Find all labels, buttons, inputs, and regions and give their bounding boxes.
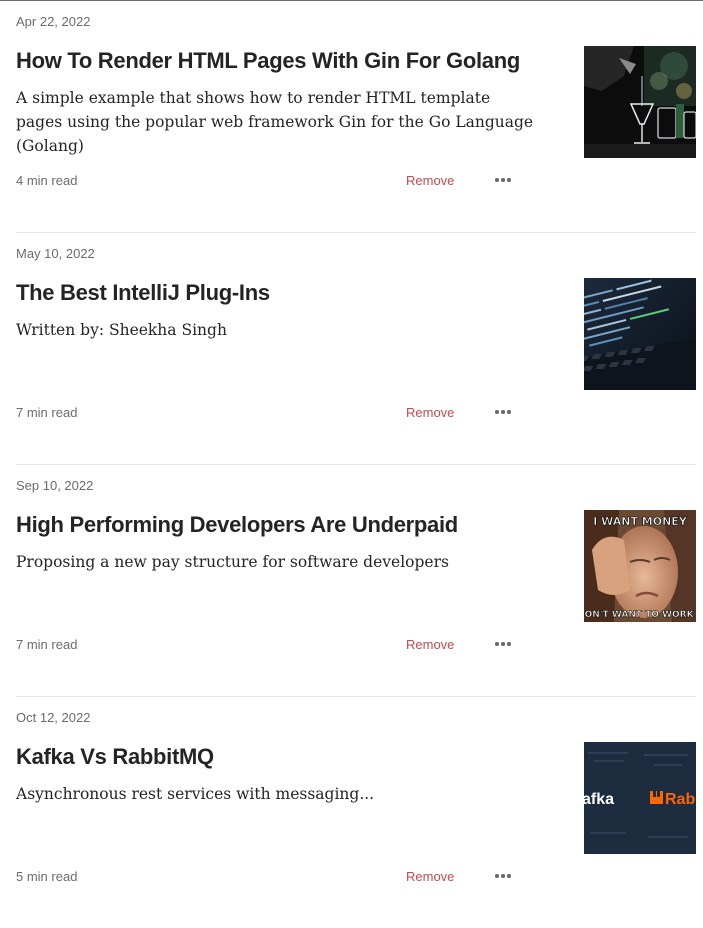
kafka-label: afka [584,791,614,808]
more-options-icon[interactable] [493,402,513,422]
read-time: 7 min read [16,637,78,652]
more-options-icon[interactable] [493,634,513,654]
remove-button[interactable]: Remove [406,869,454,885]
article-subtitle[interactable]: A simple example that shows how to rende… [16,86,536,158]
article-subtitle[interactable]: Written by: Sheekha Singh [16,318,536,342]
article-card: Apr 22, 2022 How To Render HTML Pages Wi… [16,0,696,233]
article-date: May 10, 2022 [16,246,95,261]
kafka-rabbitmq-banner-thumbnail[interactable]: afka Rabb [584,742,696,854]
remove-button[interactable]: Remove [406,173,454,189]
read-time: 7 min read [16,405,78,420]
article-card: Oct 12, 2022 Kafka Vs RabbitMQ Asynchron… [16,696,696,928]
remove-button[interactable]: Remove [406,405,454,421]
article-subtitle[interactable]: Asynchronous rest services with messagin… [16,782,536,806]
article-date: Sep 10, 2022 [16,478,94,493]
more-options-icon[interactable] [493,866,513,886]
article-card: May 10, 2022 The Best IntelliJ Plug-Ins … [16,232,696,465]
code-on-laptop-photo-thumbnail[interactable] [584,278,696,390]
more-options-icon[interactable] [493,170,513,190]
article-date: Oct 12, 2022 [16,710,91,725]
article-title[interactable]: How To Render HTML Pages With Gin For Go… [16,47,556,75]
article-card: Sep 10, 2022 High Performing Developers … [16,464,696,697]
cocktail-bar-photo-thumbnail[interactable] [584,46,696,158]
rabbitmq-label: Rabb [665,791,696,808]
article-subtitle[interactable]: Proposing a new pay structure for softwa… [16,550,536,574]
meme-top-text: I WANT MONEY [593,515,688,528]
meme-bottom-text: DON'T WANT TO WORK F [584,610,696,620]
article-title[interactable]: The Best IntelliJ Plug-Ins [16,279,556,307]
meme-photo-thumbnail[interactable]: I WANT MONEY DON'T WANT TO WORK F [584,510,696,622]
article-title[interactable]: Kafka Vs RabbitMQ [16,743,556,771]
read-time: 5 min read [16,869,78,884]
read-time: 4 min read [16,173,78,188]
remove-button[interactable]: Remove [406,637,454,653]
article-date: Apr 22, 2022 [16,14,91,29]
reading-list: Apr 22, 2022 How To Render HTML Pages Wi… [16,0,696,928]
article-title[interactable]: High Performing Developers Are Underpaid [16,511,556,539]
